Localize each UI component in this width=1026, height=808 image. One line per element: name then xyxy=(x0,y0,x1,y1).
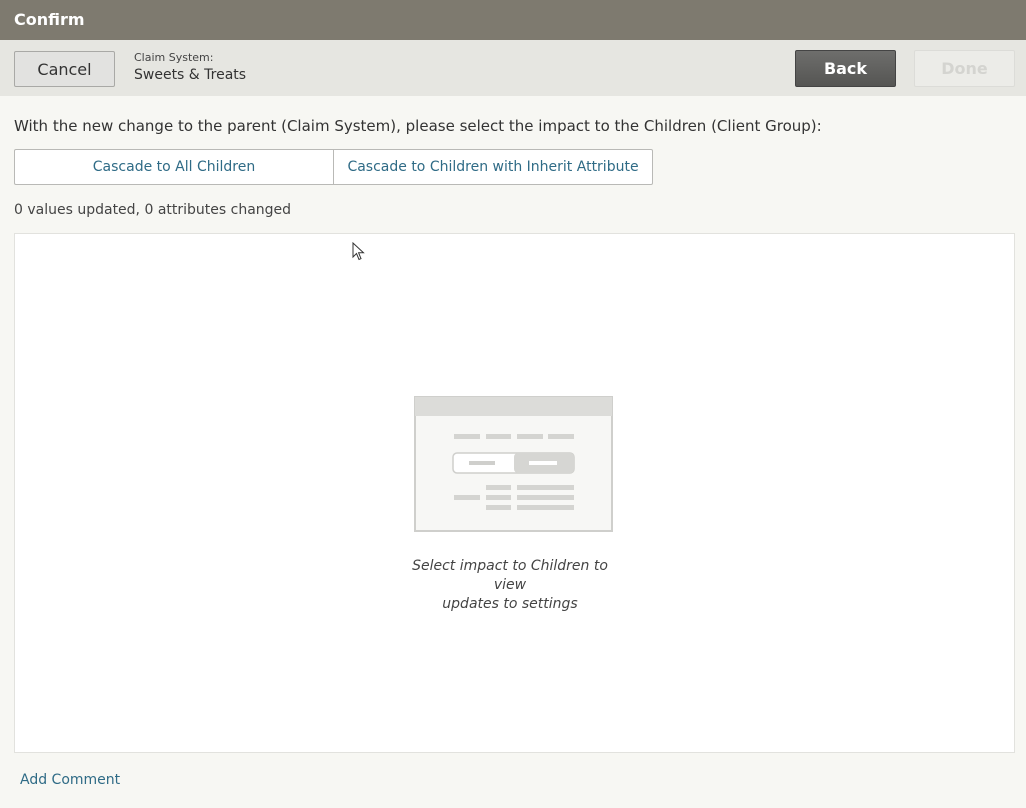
empty-state-line: Select impact to Children to view xyxy=(412,558,608,593)
cascade-options: Cascade to All Children Cascade to Child… xyxy=(14,149,653,185)
cascade-inherit-attribute-button[interactable]: Cascade to Children with Inherit Attribu… xyxy=(334,150,652,184)
back-button[interactable]: Back xyxy=(795,50,896,87)
results-panel: Select impact to Children to view update… xyxy=(14,233,1015,753)
cascade-all-children-button[interactable]: Cascade to All Children xyxy=(15,150,334,184)
claim-system-label: Claim System: xyxy=(134,51,214,64)
empty-state-line: updates to settings xyxy=(442,596,578,612)
claim-system-value: Sweets & Treats xyxy=(134,67,247,83)
empty-state-message: Select impact to Children to view update… xyxy=(410,557,610,614)
mouse-pointer-icon xyxy=(352,242,365,261)
update-status: 0 values updated, 0 attributes changed xyxy=(14,202,292,218)
table-placeholder-icon xyxy=(414,396,613,532)
dialog-title: Confirm xyxy=(0,0,1026,40)
instruction-text: With the new change to the parent (Claim… xyxy=(14,117,822,135)
add-comment-link[interactable]: Add Comment xyxy=(20,772,120,788)
cancel-button[interactable]: Cancel xyxy=(14,51,115,87)
done-button[interactable]: Done xyxy=(914,50,1015,87)
toolbar: Cancel Claim System: Sweets & Treats Bac… xyxy=(0,40,1026,96)
